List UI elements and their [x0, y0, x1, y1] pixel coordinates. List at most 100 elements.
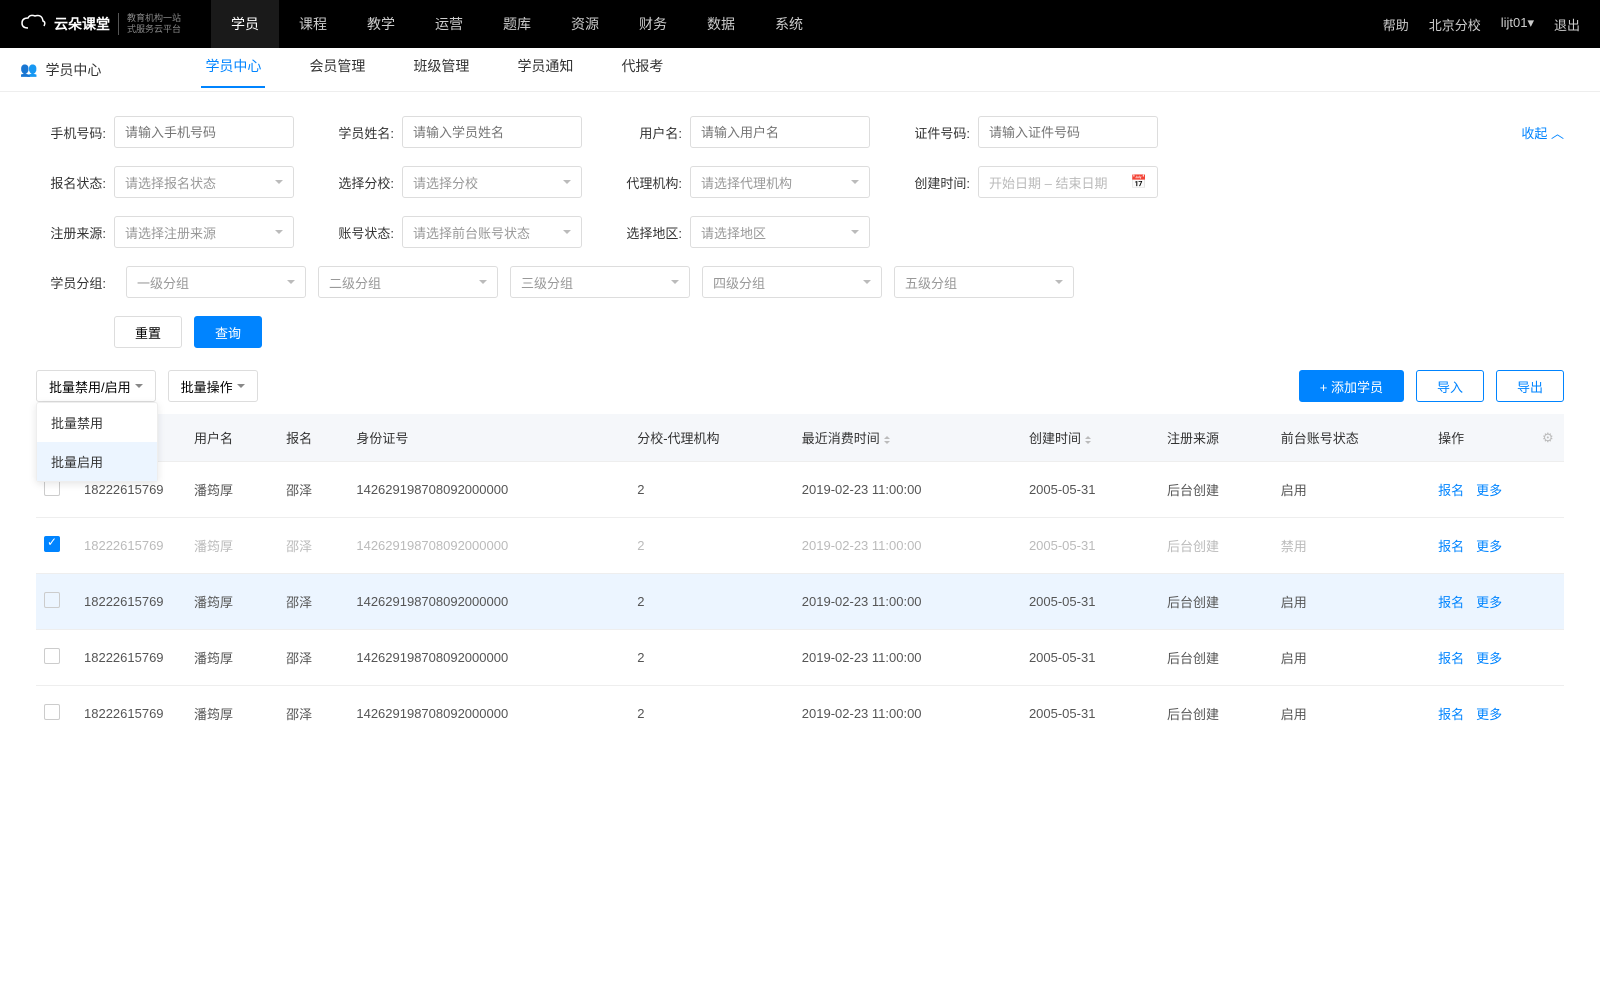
tab-member-mgmt[interactable]: 会员管理	[305, 56, 369, 84]
batch-op-button[interactable]: 批量操作	[168, 370, 258, 402]
action-register[interactable]: 报名	[1438, 707, 1464, 722]
cell-last-consume: 2019-02-23 11:00:00	[794, 574, 1021, 630]
export-button[interactable]: 导出	[1496, 370, 1564, 402]
region-select[interactable]: 请选择地区	[690, 216, 870, 248]
cell-reg: 邵泽	[278, 462, 348, 518]
cell-idcard: 142629198708092000000	[348, 686, 629, 742]
cell-reg: 邵泽	[278, 686, 348, 742]
search-button[interactable]: 查询	[194, 316, 262, 348]
cell-branch: 2	[629, 686, 794, 742]
tab-notifications[interactable]: 学员通知	[513, 56, 577, 84]
logo[interactable]: 云朵课堂 教育机构一站 式服务云平台	[20, 13, 181, 35]
cell-idcard: 142629198708092000000	[348, 462, 629, 518]
action-register[interactable]: 报名	[1438, 483, 1464, 498]
cell-create-time: 2005-05-31	[1021, 574, 1159, 630]
idcard-label: 证件号码:	[900, 123, 970, 142]
nav-system[interactable]: 系统	[755, 0, 823, 48]
nav-teaching[interactable]: 教学	[347, 0, 415, 48]
sort-icon	[884, 433, 890, 447]
cell-idcard: 142629198708092000000	[348, 574, 629, 630]
nav-finance[interactable]: 财务	[619, 0, 687, 48]
batch-disable-item[interactable]: 批量禁用	[37, 403, 157, 442]
cell-reg: 邵泽	[278, 574, 348, 630]
phone-input[interactable]	[114, 116, 294, 148]
reg-status-label: 报名状态:	[36, 173, 106, 192]
collapse-toggle[interactable]: 收起 ︿	[1521, 123, 1564, 142]
cell-source: 后台创建	[1159, 686, 1273, 742]
group1-select[interactable]: 一级分组	[126, 266, 306, 298]
batch-toggle-button[interactable]: 批量禁用/启用	[36, 370, 156, 402]
sort-icon	[1085, 433, 1091, 447]
action-more[interactable]: 更多	[1476, 651, 1502, 666]
username-input[interactable]	[690, 116, 870, 148]
top-nav-right: 帮助 北京分校 lijt01▾ 退出	[1383, 15, 1580, 34]
action-more[interactable]: 更多	[1476, 483, 1502, 498]
col-create-time[interactable]: 创建时间	[1021, 414, 1159, 462]
user-menu[interactable]: lijt01▾	[1501, 15, 1534, 34]
nav-resources[interactable]: 资源	[551, 0, 619, 48]
nav-operations[interactable]: 运营	[415, 0, 483, 48]
add-student-button[interactable]: + 添加学员	[1299, 370, 1404, 402]
tab-class-mgmt[interactable]: 班级管理	[409, 56, 473, 84]
branch-select[interactable]: 请选择分校	[402, 166, 582, 198]
action-register[interactable]: 报名	[1438, 595, 1464, 610]
name-input[interactable]	[402, 116, 582, 148]
row-checkbox[interactable]	[44, 704, 60, 720]
table-row: 18222615769 潘筠厚 邵泽 142629198708092000000…	[36, 518, 1564, 574]
tab-student-center[interactable]: 学员中心	[201, 56, 265, 84]
create-time-picker[interactable]: 开始日期 – 结束日期📅	[978, 166, 1158, 198]
branch-label: 选择分校:	[324, 173, 394, 192]
action-more[interactable]: 更多	[1476, 595, 1502, 610]
cell-phone: 18222615769	[76, 518, 186, 574]
batch-enable-item[interactable]: 批量启用	[37, 442, 157, 481]
cell-reg: 邵泽	[278, 518, 348, 574]
col-last-consume[interactable]: 最近消费时间	[794, 414, 1021, 462]
tab-proxy-exam[interactable]: 代报考	[617, 56, 667, 84]
source-select[interactable]: 请选择注册来源	[114, 216, 294, 248]
action-more[interactable]: 更多	[1476, 707, 1502, 722]
action-register[interactable]: 报名	[1438, 651, 1464, 666]
group5-select[interactable]: 五级分组	[894, 266, 1074, 298]
nav-students[interactable]: 学员	[211, 0, 279, 48]
gear-icon[interactable]: ⚙	[1542, 430, 1554, 445]
group-label: 学员分组:	[36, 273, 106, 292]
table-toolbar: 批量禁用/启用 批量操作 批量禁用 批量启用 + 添加学员 导入 导出	[0, 358, 1600, 414]
branch-selector[interactable]: 北京分校	[1429, 15, 1481, 34]
logout-link[interactable]: 退出	[1554, 15, 1580, 34]
row-checkbox[interactable]	[44, 592, 60, 608]
row-checkbox[interactable]	[44, 536, 60, 552]
cell-acct-status: 启用	[1273, 462, 1430, 518]
nav-data[interactable]: 数据	[687, 0, 755, 48]
action-more[interactable]: 更多	[1476, 539, 1502, 554]
cell-last-consume: 2019-02-23 11:00:00	[794, 630, 1021, 686]
col-action: 操作	[1430, 414, 1534, 462]
action-register[interactable]: 报名	[1438, 539, 1464, 554]
import-button[interactable]: 导入	[1416, 370, 1484, 402]
agent-select[interactable]: 请选择代理机构	[690, 166, 870, 198]
row-checkbox[interactable]	[44, 480, 60, 496]
group3-select[interactable]: 三级分组	[510, 266, 690, 298]
filter-panel: 手机号码: 学员姓名: 用户名: 证件号码: 收起 ︿ 报名状态: 请选择报名状…	[0, 92, 1600, 358]
sub-nav-tabs: 学员中心 会员管理 班级管理 学员通知 代报考	[201, 56, 667, 84]
idcard-input[interactable]	[978, 116, 1158, 148]
cell-branch: 2	[629, 630, 794, 686]
help-link[interactable]: 帮助	[1383, 15, 1409, 34]
table-row: 18222615769 潘筠厚 邵泽 142629198708092000000…	[36, 462, 1564, 518]
group4-select[interactable]: 四级分组	[702, 266, 882, 298]
cell-source: 后台创建	[1159, 630, 1273, 686]
nav-questions[interactable]: 题库	[483, 0, 551, 48]
reset-button[interactable]: 重置	[114, 316, 182, 348]
nav-courses[interactable]: 课程	[279, 0, 347, 48]
user-icon: 👥	[20, 61, 37, 78]
cell-create-time: 2005-05-31	[1021, 630, 1159, 686]
row-checkbox[interactable]	[44, 648, 60, 664]
cloud-icon	[20, 14, 46, 35]
col-source: 注册来源	[1159, 414, 1273, 462]
reg-status-select[interactable]: 请选择报名状态	[114, 166, 294, 198]
top-nav-items: 学员 课程 教学 运营 题库 资源 财务 数据 系统	[211, 0, 823, 48]
cell-username: 潘筠厚	[186, 574, 278, 630]
cell-create-time: 2005-05-31	[1021, 686, 1159, 742]
acct-status-select[interactable]: 请选择前台账号状态	[402, 216, 582, 248]
cell-username: 潘筠厚	[186, 630, 278, 686]
group2-select[interactable]: 二级分组	[318, 266, 498, 298]
